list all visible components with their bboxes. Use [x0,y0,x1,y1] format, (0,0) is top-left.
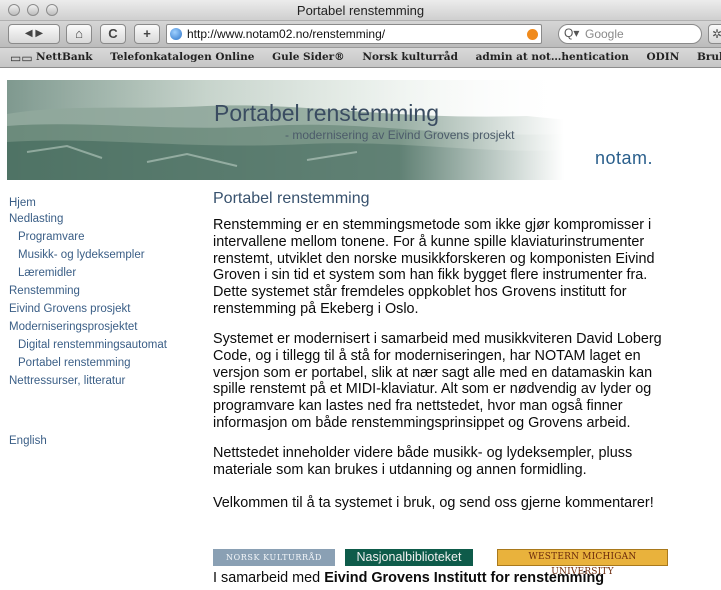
bookmark-item[interactable]: Gule Sider® [272,51,345,63]
gear-icon[interactable]: ✲ [708,24,721,44]
bookmark-list: NettBank Telefonkatalogen Online Gule Si… [36,51,721,63]
paragraph-line: programvare kan lastes ned fra nettstede… [213,398,623,415]
paragraph-line: Nettstedet inneholder videre både musikk… [213,445,633,461]
paragraph-line: Velkommen til å ta systemet i bruk, og s… [213,495,654,511]
add-bookmark-button[interactable]: + [134,24,160,44]
sidebar-item-nettressurser[interactable]: Nettressurser, litteratur [9,375,125,387]
collaboration-line: I samarbeid med Eivind Grovens Institutt… [213,570,604,586]
paragraph-line: informasjon om både renstemmingsprinsipp… [213,414,631,431]
bookmark-item[interactable]: Norsk kulturråd [362,51,458,63]
sidebar-item-portabel-renstemming[interactable]: Portabel renstemming [18,357,131,369]
paragraph-line: materiale som kan brukes i utdanning og … [213,461,587,478]
browser-toolbar: ◀ ▶ ⌂ C + http://www.notam02.no/renstemm… [0,21,721,48]
paragraph-line: Dette systemet står fremdeles oppkoblet … [213,284,627,301]
banner-title: Portabel renstemming [214,100,439,126]
sidebar-item-programvare[interactable]: Programvare [18,231,84,243]
nasjonalbiblioteket-logo[interactable]: Nasjonalbiblioteket [345,549,473,566]
notam-logo[interactable]: notam. [595,148,653,169]
window-titlebar: Portabel renstemming [0,0,721,21]
bookmark-item[interactable]: Telefonkatalogen Online [110,51,254,63]
paragraph-line: renstemt, utviklet den norske musikkfors… [213,250,655,267]
sidebar-item-hjem[interactable]: Hjem [9,197,36,209]
paragraph-line: spille renstemt på et MIDI-klaviatur. Al… [213,381,652,398]
window-title: Portabel renstemming [296,3,425,18]
site-contents-paragraph: Nettstedet inneholder videre både musikk… [213,445,683,479]
reload-button[interactable]: C [100,24,126,44]
western-michigan-university-logo[interactable]: WESTERN MICHIGAN UNIVERSITY [497,549,668,577]
bookmark-item[interactable]: admin at not…hentication [476,51,629,63]
banner-subtitle: - modernisering av Eivind Grovens prosje… [285,128,515,142]
sidebar-item-nedlasting[interactable]: Nedlasting [9,213,63,225]
welcome-paragraph: Velkommen til å ta systemet i bruk, og s… [213,495,683,512]
norsk-kulturrad-logo[interactable]: NORSK KULTURRÅD [213,549,335,566]
paragraph-line: Code, og i tillegg til å stå for moderni… [213,347,641,364]
bookmark-item[interactable]: Brukerdatabase [697,51,721,63]
search-icon[interactable]: Q▾ [564,26,579,40]
back-forward-button[interactable]: ◀ ▶ [8,24,60,44]
paragraph-line: Renstemming er en stemmingsmetode som ik… [213,217,652,233]
page-banner: Portabel renstemming - modernisering av … [7,80,721,180]
collaboration-prefix: I samarbeid med [213,570,325,586]
paragraph-line: renstemming på Ekeberg i Oslo. [213,300,419,317]
collaboration-partner[interactable]: Eivind Grovens Institutt for renstemming [324,570,604,586]
paragraph-line: Groven i sin tid et system som han fikk … [213,267,648,284]
sidebar-item-moderniseringsprosjektet[interactable]: Moderniseringsprosjektet [9,321,137,333]
modernisation-paragraph: Systemet er modernisert i samarbeid med … [213,331,683,432]
sidebar-item-laeremidler[interactable]: Læremidler [18,267,76,279]
sidebar-item-eivind-grovens-prosjekt[interactable]: Eivind Grovens prosjekt [9,303,130,315]
intro-paragraph: Renstemming er en stemmingsmetode som ik… [213,217,683,318]
search-input[interactable]: Google [558,24,702,44]
snapback-icon[interactable] [527,29,538,40]
address-bar[interactable]: http://www.notam02.no/renstemming/ [166,24,542,44]
sidebar-item-renstemming[interactable]: Renstemming [9,285,80,297]
page-title: Portabel renstemming [213,190,370,207]
bookmark-item[interactable]: NettBank [36,51,93,63]
sidebar-item-musikk-og-lydeksempler[interactable]: Musikk- og lydeksempler [18,249,145,261]
bookmarks-book-icon[interactable]: ▭▭ [10,51,33,65]
paragraph-line: Systemet er modernisert i samarbeid med … [213,331,662,347]
home-button[interactable]: ⌂ [66,24,92,44]
globe-icon [170,28,182,40]
paragraph-line: intervallene mellom tonene. For å kunne … [213,233,645,250]
bookmarks-bar: ▭▭ NettBank Telefonkatalogen Online Gule… [0,48,721,68]
sidebar-item-digital-renstemmingsautomat[interactable]: Digital renstemmingsautomat [18,339,167,351]
paragraph-line: versjon som er portabel, slik at nær sag… [213,364,653,381]
bookmark-item[interactable]: ODIN [647,51,680,63]
sidebar-item-english[interactable]: English [9,435,47,447]
